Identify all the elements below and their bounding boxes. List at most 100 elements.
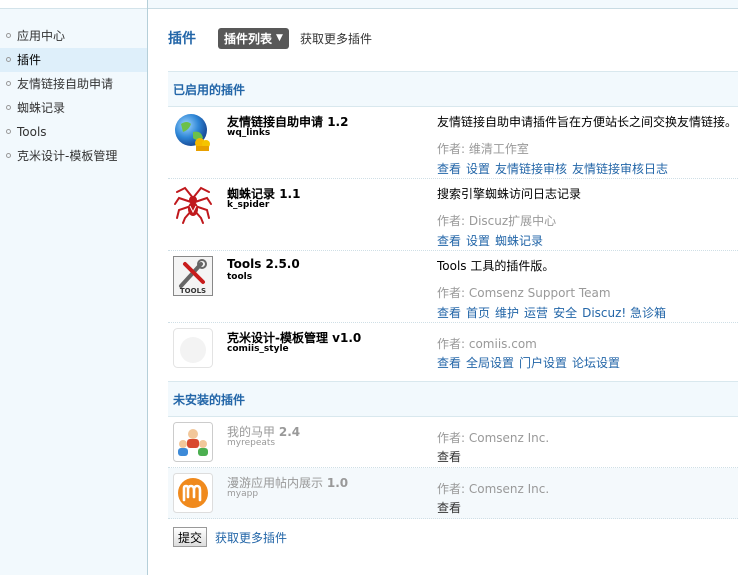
plugin-identifier: comiis_style: [227, 344, 289, 354]
home-link[interactable]: 首页: [466, 306, 490, 320]
plugin-row: TOOLS Tools 2.5.0 tools Tools 工具的插件版。 作者…: [168, 251, 738, 323]
plugin-version: 1.1: [279, 187, 301, 201]
plugin-name-text: 漫游应用帖内展示: [227, 476, 324, 490]
main-top-strip: [148, 0, 738, 9]
bullet-icon: [6, 105, 11, 110]
sidebar-item-label: 克米设计-模板管理: [17, 149, 118, 163]
sidebar-item-app-center[interactable]: 应用中心: [0, 24, 147, 48]
plugin-version: 1.2: [327, 115, 349, 129]
view-link[interactable]: 查看: [437, 450, 461, 464]
forum-settings-link[interactable]: 论坛设置: [572, 356, 620, 370]
sidebar-item-plugins[interactable]: 插件: [0, 48, 147, 72]
plugin-author: 作者: comiis.com: [437, 337, 537, 351]
plugin-version: 1.0: [326, 476, 349, 490]
link-review-link[interactable]: 友情链接审核: [495, 162, 567, 176]
plugin-description: Tools 工具的插件版。: [437, 259, 555, 273]
emergency-link[interactable]: Discuz! 急诊箱: [582, 306, 666, 320]
plugin-description: 友情链接自助申请插件旨在方便站长之间交换友情链接。: [437, 115, 738, 129]
maintain-link[interactable]: 维护: [495, 306, 519, 320]
tools-icon-label: TOOLS: [180, 287, 206, 295]
plugin-author: 作者: Discuz扩展中心: [437, 214, 557, 228]
security-link[interactable]: 安全: [553, 306, 577, 320]
sidebar-item-links[interactable]: 友情链接自助申请: [0, 72, 147, 96]
plugin-list-tab[interactable]: 插件列表 ▼: [218, 27, 289, 49]
view-link[interactable]: 查看: [437, 356, 461, 370]
blank-plugin-icon: [173, 328, 213, 368]
global-settings-link[interactable]: 全局设置: [466, 356, 514, 370]
view-link[interactable]: 查看: [437, 162, 461, 176]
plugin-author: 作者: Comsenz Support Team: [437, 286, 611, 300]
get-more-plugins-link[interactable]: 获取更多插件: [300, 30, 372, 47]
page-title: 插件: [168, 31, 196, 47]
myapp-icon: [173, 473, 213, 513]
settings-link[interactable]: 设置: [466, 234, 490, 248]
sidebar-item-comiis[interactable]: 克米设计-模板管理: [0, 144, 147, 168]
settings-link[interactable]: 设置: [466, 162, 490, 176]
tools-icon: TOOLS: [173, 256, 213, 296]
plugin-ops: 查看 首页 维护 运营 安全 Discuz! 急诊箱: [437, 304, 671, 321]
plugin-row: 我的马甲 2.4 myrepeats 作者: Comsenz Inc. 查看: [168, 417, 738, 468]
users-icon: [173, 422, 213, 462]
sidebar-item-tools[interactable]: Tools: [0, 120, 147, 144]
globe-icon: [173, 112, 213, 152]
spider-icon: [173, 184, 213, 224]
plugin-name-text: 友情链接自助申请: [227, 115, 324, 129]
plugin-name-text: 蜘蛛记录: [227, 187, 276, 201]
plugin-name-text: 我的马甲: [227, 425, 276, 439]
plugin-ops: 查看: [437, 499, 466, 516]
plugin-identifier: tools: [227, 272, 253, 282]
plugin-ops: 查看 设置 蜘蛛记录: [437, 232, 548, 249]
plugin-ops: 查看: [437, 448, 466, 465]
plugin-identifier: k_spider: [227, 200, 270, 210]
plugin-version: 2.5.0: [265, 257, 300, 271]
sidebar-item-label: 插件: [17, 53, 42, 67]
link-review-log-link[interactable]: 友情链接审核日志: [572, 162, 668, 176]
plugin-author: 作者: 维清工作室: [437, 142, 529, 156]
plugin-author: 作者: Comsenz Inc.: [437, 482, 550, 496]
sidebar-item-spider[interactable]: 蜘蛛记录: [0, 96, 147, 120]
sidebar-menu: 应用中心 插件 友情链接自助申请 蜘蛛记录 Tools 克米设计-模板管理: [0, 24, 147, 168]
plugin-row: 蜘蛛记录 1.1 k_spider 搜索引擎蜘蛛访问日志记录 作者: Discu…: [168, 179, 738, 251]
submit-button[interactable]: 提交: [173, 527, 208, 547]
spider-log-link[interactable]: 蜘蛛记录: [495, 234, 543, 248]
plugin-author: 作者: Comsenz Inc.: [437, 431, 550, 445]
enabled-section-header: 已启用的插件: [168, 71, 738, 107]
bullet-icon: [6, 57, 11, 62]
plugin-identifier: myapp: [227, 489, 259, 499]
footer-actions: 提交 获取更多插件: [173, 527, 287, 547]
sidebar-item-label: 应用中心: [17, 29, 66, 43]
bullet-icon: [6, 33, 11, 38]
bullet-icon: [6, 153, 11, 158]
plugin-ops: 查看 设置 友情链接审核 友情链接审核日志: [437, 160, 673, 177]
bullet-icon: [6, 81, 11, 86]
plugin-identifier: wq_links: [227, 128, 271, 138]
plugin-row: 友情链接自助申请 1.2 wq_links 友情链接自助申请插件旨在方便站长之间…: [168, 107, 738, 179]
plugin-version: v1.0: [332, 331, 362, 345]
plugin-list-tab-label: 插件列表: [224, 31, 273, 46]
uninstalled-section-header: 未安装的插件: [168, 381, 738, 417]
sidebar-item-label: Tools: [17, 125, 47, 139]
plugin-identifier: myrepeats: [227, 438, 276, 448]
view-link[interactable]: 查看: [437, 234, 461, 248]
plugin-row: 克米设计-模板管理 v1.0 comiis_style 作者: comiis.c…: [168, 323, 738, 381]
plugin-name: Tools 2.5.0: [227, 257, 300, 271]
plugin-ops: 查看 全局设置 门户设置 论坛设置: [437, 354, 625, 371]
title-bar: 插件 插件列表 ▼ 获取更多插件: [168, 27, 372, 49]
get-more-plugins-footer-link[interactable]: 获取更多插件: [215, 529, 287, 546]
plugin-row: 漫游应用帖内展示 1.0 myapp 作者: Comsenz Inc. 查看: [168, 468, 738, 519]
operate-link[interactable]: 运营: [524, 306, 548, 320]
portal-settings-link[interactable]: 门户设置: [519, 356, 567, 370]
bullet-icon: [6, 129, 11, 134]
main-content: 插件 插件列表 ▼ 获取更多插件 已启用的插件 友情链接自助申请 1.2 wq_l…: [148, 0, 738, 575]
plugin-name-text: 克米设计-模板管理: [227, 331, 328, 345]
sidebar-item-label: 蜘蛛记录: [17, 101, 66, 115]
plugin-description: 搜索引擎蜘蛛访问日志记录: [437, 187, 582, 201]
view-link[interactable]: 查看: [437, 306, 461, 320]
sidebar-top-strip: [0, 0, 147, 9]
view-link[interactable]: 查看: [437, 501, 461, 515]
plugin-version: 2.4: [278, 425, 301, 439]
sidebar: 应用中心 插件 友情链接自助申请 蜘蛛记录 Tools 克米设计-模板管理: [0, 0, 148, 575]
plugin-name-text: Tools: [227, 257, 262, 271]
caret-down-icon: ▼: [276, 33, 283, 43]
sidebar-item-label: 友情链接自助申请: [17, 77, 114, 91]
